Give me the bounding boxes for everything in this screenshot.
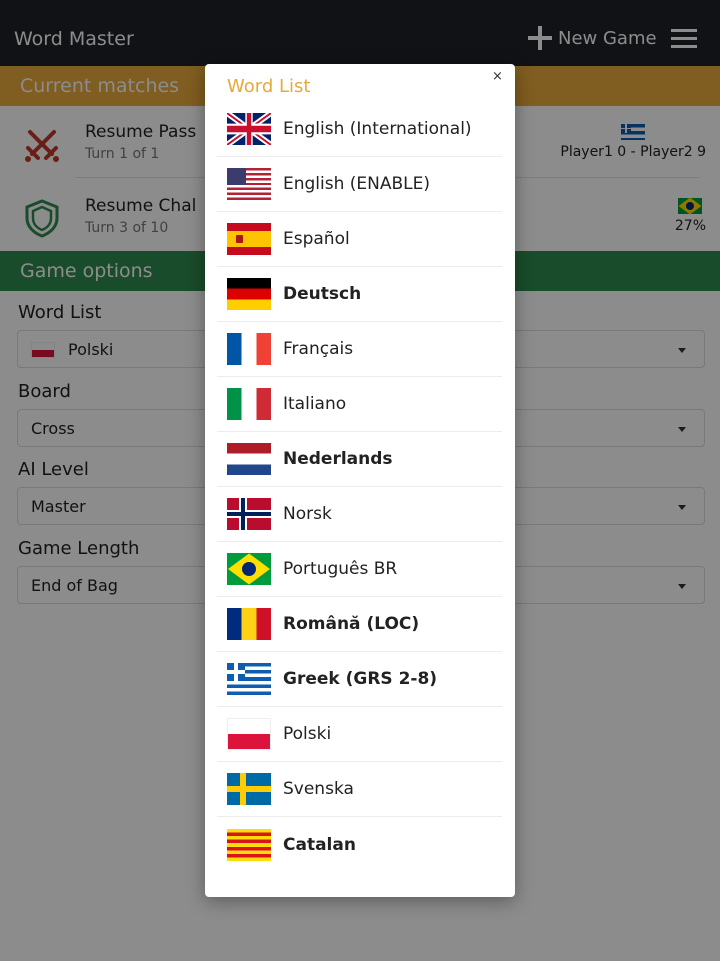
language-list: English (International) English (ENABLE)…: [217, 102, 502, 872]
language-item-deutsch[interactable]: Deutsch: [217, 267, 502, 322]
language-item-greek[interactable]: Greek (GRS 2-8): [217, 652, 502, 707]
language-item-romana[interactable]: Română (LOC): [217, 597, 502, 652]
sweden-flag-icon: [227, 773, 271, 805]
language-item-italiano[interactable]: Italiano: [217, 377, 502, 432]
language-name: English (International): [283, 119, 472, 139]
close-icon[interactable]: ×: [492, 69, 503, 84]
language-item-english-enable[interactable]: English (ENABLE): [217, 157, 502, 212]
brazil-flag-icon: [227, 553, 271, 585]
language-item-francais[interactable]: Français: [217, 322, 502, 377]
spain-flag-icon: [227, 223, 271, 255]
italy-flag-icon: [227, 388, 271, 420]
language-name: Română (LOC): [283, 614, 420, 634]
language-item-portugues-br[interactable]: Português BR: [217, 542, 502, 597]
language-item-norsk[interactable]: Norsk: [217, 487, 502, 542]
language-name: Español: [283, 229, 350, 249]
greece-flag-icon: [227, 663, 271, 695]
language-name: Polski: [283, 724, 332, 744]
language-name: Svenska: [283, 779, 354, 799]
language-item-espanol[interactable]: Español: [217, 212, 502, 267]
language-name: Français: [283, 339, 354, 359]
language-item-english-international[interactable]: English (International): [217, 102, 502, 157]
language-name: Greek (GRS 2-8): [283, 669, 438, 689]
language-name: Catalan: [283, 834, 356, 855]
norway-flag-icon: [227, 498, 271, 530]
uk-flag-icon: [227, 113, 271, 145]
language-item-polski[interactable]: Polski: [217, 707, 502, 762]
language-name: Norsk: [283, 504, 332, 524]
poland-flag-icon: [227, 718, 271, 750]
language-item-nederlands[interactable]: Nederlands: [217, 432, 502, 487]
dialog-title: Word List: [227, 76, 311, 97]
catalonia-flag-icon: [227, 828, 271, 861]
language-item-svenska[interactable]: Svenska: [217, 762, 502, 817]
language-item-catalan[interactable]: Catalan: [217, 817, 502, 872]
us-flag-icon: [227, 168, 271, 200]
germany-flag-icon: [227, 278, 271, 310]
language-name: Deutsch: [283, 284, 362, 304]
word-list-dialog: Word List × English (International) Engl…: [205, 64, 515, 897]
france-flag-icon: [227, 333, 271, 365]
language-name: English (ENABLE): [283, 174, 431, 194]
language-name: Nederlands: [283, 449, 393, 469]
netherlands-flag-icon: [227, 443, 271, 475]
romania-flag-icon: [227, 608, 271, 640]
language-name: Português BR: [283, 559, 398, 579]
language-name: Italiano: [283, 394, 347, 414]
